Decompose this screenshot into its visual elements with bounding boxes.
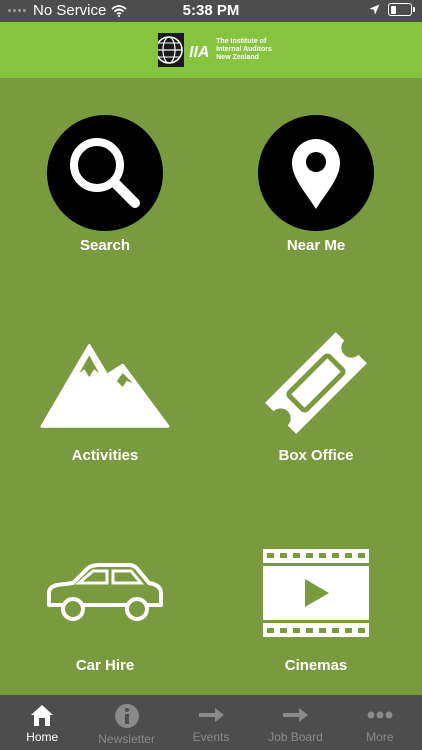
status-right xyxy=(369,3,415,16)
ticket-icon xyxy=(265,331,367,434)
arrow-right-icon xyxy=(199,708,225,722)
battery-icon xyxy=(388,3,415,16)
tile-car-hire-label: Car Hire xyxy=(75,657,135,674)
car-icon xyxy=(47,562,163,621)
svg-text:IIA: IIA xyxy=(189,44,209,60)
tile-near-me-label: Near Me xyxy=(286,237,346,254)
header-bar: IIA The Institute of Internal Auditors N… xyxy=(0,22,422,78)
tile-cinemas-label: Cinemas xyxy=(284,657,348,674)
tab-more[interactable]: More xyxy=(338,695,422,750)
logo-line-3: New Zealand xyxy=(216,54,259,61)
arrow-right-icon xyxy=(283,708,309,722)
tile-near-me[interactable]: Near Me xyxy=(226,110,406,254)
more-icon xyxy=(367,711,393,719)
tab-events[interactable]: Events xyxy=(169,695,253,750)
tile-search[interactable]: Search xyxy=(15,110,195,254)
tab-bar: Home Newsletter Events Job Board More xyxy=(0,695,422,750)
mountain-icon xyxy=(40,343,170,428)
iia-mark: IIA xyxy=(189,44,209,60)
tile-box-office[interactable]: Box Office xyxy=(226,320,406,464)
tile-activities[interactable]: Activities xyxy=(15,320,195,464)
logo-text: The Institute of Internal Auditors New Z… xyxy=(216,38,272,62)
tab-job-board[interactable]: Job Board xyxy=(253,695,337,750)
tab-home-label: Home xyxy=(26,730,59,744)
globe-logo-icon xyxy=(150,33,185,67)
tile-activities-label: Activities xyxy=(71,447,139,464)
status-bar: No Service 5:38 PM xyxy=(0,0,422,22)
tab-job-board-label: Job Board xyxy=(268,730,323,744)
search-icon xyxy=(47,114,163,231)
logo-line-1: The Institute of xyxy=(216,38,267,45)
tile-box-office-label: Box Office xyxy=(278,447,354,464)
info-icon xyxy=(114,704,139,728)
location-arrow-icon xyxy=(369,4,380,15)
tab-events-label: Events xyxy=(192,730,230,744)
tile-car-hire[interactable]: Car Hire xyxy=(15,530,195,674)
film-icon xyxy=(263,548,369,637)
status-time: 5:38 PM xyxy=(182,2,240,19)
logo-line-2: Internal Auditors xyxy=(216,46,272,53)
tile-cinemas[interactable]: Cinemas xyxy=(226,530,406,674)
iia-logo: IIA The Institute of Internal Auditors N… xyxy=(150,33,272,67)
tab-newsletter[interactable]: Newsletter xyxy=(84,695,168,750)
tab-home[interactable]: Home xyxy=(0,695,84,750)
home-icon xyxy=(31,705,54,726)
tab-more-label: More xyxy=(366,730,394,744)
tab-newsletter-label: Newsletter xyxy=(98,732,155,746)
map-pin-icon xyxy=(258,114,374,231)
tile-search-label: Search xyxy=(79,237,131,254)
